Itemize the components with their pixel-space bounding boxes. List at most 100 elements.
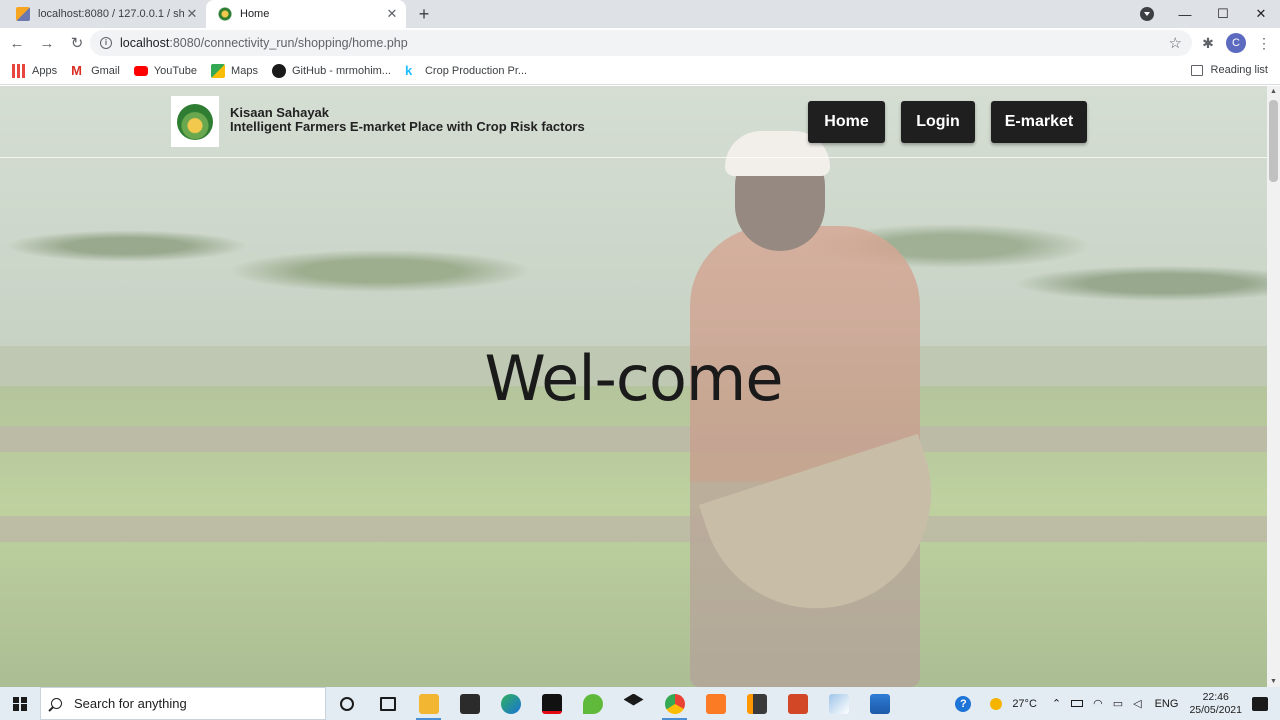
taskbar-sublime[interactable] xyxy=(736,687,777,720)
taskbar-search-box[interactable]: Search for anything xyxy=(40,687,326,720)
forward-arrow-icon[interactable]: → xyxy=(34,30,60,56)
reading-list-label: Reading list xyxy=(1210,64,1268,76)
store-bag-icon xyxy=(459,693,480,714)
window-controls: — ☐ ✕ xyxy=(1166,0,1280,28)
url-path: :8080/connectivity_run/shopping/home.php xyxy=(169,36,408,50)
bookmark-apps[interactable]: Apps xyxy=(12,64,57,78)
toolbar-right: ✱ C ⋮ xyxy=(1194,28,1280,58)
close-tab-icon[interactable]: ✕ xyxy=(184,6,200,22)
page-scrollbar[interactable]: ▲ ▼ xyxy=(1267,86,1280,687)
bookmark-label: GitHub - mrmohim... xyxy=(291,65,391,77)
new-tab-button[interactable]: + xyxy=(414,4,434,24)
weather-moon-icon[interactable] xyxy=(990,697,1003,710)
tab-home[interactable]: Home ✕ xyxy=(206,0,406,28)
taskbar-dropbox[interactable] xyxy=(613,687,654,720)
input-language[interactable]: ENG xyxy=(1155,698,1179,710)
bookmark-label: YouTube xyxy=(153,65,198,77)
back-arrow-icon[interactable]: ← xyxy=(4,30,30,56)
bookmarks-bar: Apps M Gmail YouTube Maps GitHub - mrmoh… xyxy=(0,58,1280,85)
url-host: localhost xyxy=(120,36,170,50)
gmail-icon: M xyxy=(71,63,82,78)
address-bar[interactable]: i localhost:8080/connectivity_run/shoppi… xyxy=(90,30,1192,56)
bookmark-github[interactable]: GitHub - mrmohim... xyxy=(271,64,391,78)
maps-icon xyxy=(211,64,226,78)
close-tab-icon[interactable]: ✕ xyxy=(384,6,400,22)
wifi-icon[interactable]: ◠ xyxy=(1093,697,1103,710)
leaf-logo-icon xyxy=(177,103,213,140)
cortana-button[interactable] xyxy=(326,687,367,720)
file-explorer-icon xyxy=(418,693,439,714)
volume-icon[interactable]: ◁ xyxy=(1133,697,1141,710)
sublime-text-icon xyxy=(746,693,767,714)
taskbar-photos[interactable] xyxy=(859,687,900,720)
taskbar-search-placeholder: Search for anything xyxy=(74,696,187,711)
site-header: Kisaan Sahayak Intelligent Farmers E-mar… xyxy=(0,86,1267,158)
tray-overflow-chevron-icon[interactable]: ⌃ xyxy=(1052,697,1061,710)
reading-list-icon xyxy=(1190,64,1203,76)
bookmark-label: Gmail xyxy=(91,65,120,77)
chrome-icon xyxy=(664,693,685,714)
scroll-thumb[interactable] xyxy=(1269,100,1278,182)
tab-search-icon[interactable] xyxy=(1140,7,1154,21)
menu-kebab-icon[interactable]: ⋮ xyxy=(1254,35,1274,52)
site-info-icon[interactable]: i xyxy=(100,37,112,49)
site-logo[interactable] xyxy=(171,96,219,147)
task-view-icon xyxy=(379,696,396,711)
taskbar-paint[interactable] xyxy=(818,687,859,720)
taskbar-edge[interactable] xyxy=(490,687,531,720)
edge-icon xyxy=(500,693,521,714)
maximize-button[interactable]: ☐ xyxy=(1204,6,1242,22)
windows-logo-icon xyxy=(13,696,27,711)
taskbar-netflix[interactable] xyxy=(531,687,572,720)
close-window-button[interactable]: ✕ xyxy=(1242,6,1280,22)
taskbar-chrome[interactable] xyxy=(654,687,695,720)
browser-toolbar: ← → ↻ i localhost:8080/connectivity_run/… xyxy=(0,28,1280,58)
tab-title: localhost:8080 / 127.0.0.1 / shopp xyxy=(38,8,184,20)
help-icon[interactable]: ? xyxy=(955,695,972,712)
taskbar-powerpoint[interactable] xyxy=(777,687,818,720)
extensions-puzzle-icon[interactable]: ✱ xyxy=(1194,35,1222,52)
tab-phpmyadmin[interactable]: localhost:8080 / 127.0.0.1 / shopp ✕ xyxy=(8,0,206,28)
bookmark-crop-production[interactable]: k Crop Production Pr... xyxy=(405,64,527,78)
nav-home-button[interactable]: Home xyxy=(808,101,885,143)
taskbar-phone-app[interactable] xyxy=(572,687,613,720)
taskbar-file-explorer[interactable] xyxy=(408,687,449,720)
profile-avatar[interactable]: C xyxy=(1226,33,1246,53)
scroll-up-icon[interactable]: ▲ xyxy=(1270,88,1277,95)
brand-tagline: Intelligent Farmers E-market Place with … xyxy=(230,119,585,134)
reading-list-button[interactable]: Reading list xyxy=(1190,64,1268,76)
clock-time: 22:46 xyxy=(1202,690,1229,703)
hero-welcome-heading: Wel-come xyxy=(484,342,784,415)
page-viewport: Kisaan Sahayak Intelligent Farmers E-mar… xyxy=(0,86,1267,687)
bookmark-gmail[interactable]: M Gmail xyxy=(71,64,120,78)
weather-temperature[interactable]: 27°C xyxy=(1012,698,1037,710)
clock[interactable]: 22:46 25/05/2021 xyxy=(1189,691,1242,717)
browser-tab-strip: localhost:8080 / 127.0.0.1 / shopp ✕ Hom… xyxy=(0,0,1280,28)
kaggle-icon: k xyxy=(404,63,413,78)
powerpoint-icon xyxy=(787,693,808,714)
taskbar-store[interactable] xyxy=(449,687,490,720)
bookmark-label: Apps xyxy=(32,65,58,77)
bookmark-star-icon[interactable]: ☆ xyxy=(1169,34,1182,52)
windows-taskbar: Search for anything ? 27°C ⌃ ◠ ▭ ◁ ENG 2… xyxy=(0,687,1280,720)
notification-center-icon[interactable] xyxy=(1252,696,1268,711)
task-view-button[interactable] xyxy=(367,687,408,720)
battery-icon[interactable] xyxy=(1071,700,1084,707)
bookmark-maps[interactable]: Maps xyxy=(211,64,258,78)
github-icon xyxy=(271,64,286,78)
dropbox-icon xyxy=(623,693,644,706)
display-icon[interactable]: ▭ xyxy=(1113,697,1123,710)
taskbar-xampp[interactable] xyxy=(695,687,736,720)
xampp-icon xyxy=(705,693,726,714)
nav-login-button[interactable]: Login xyxy=(901,101,975,143)
leaf-favicon-icon xyxy=(218,7,232,21)
nav-emarket-button[interactable]: E-market xyxy=(991,101,1087,143)
bookmark-youtube[interactable]: YouTube xyxy=(133,65,198,77)
bookmark-label: Maps xyxy=(231,65,258,77)
reload-icon[interactable]: ↻ xyxy=(64,30,90,56)
start-button[interactable] xyxy=(0,687,40,720)
scroll-down-icon[interactable]: ▼ xyxy=(1270,678,1277,685)
minimize-button[interactable]: — xyxy=(1166,7,1204,22)
photos-icon xyxy=(869,693,890,714)
netflix-icon xyxy=(541,693,562,714)
